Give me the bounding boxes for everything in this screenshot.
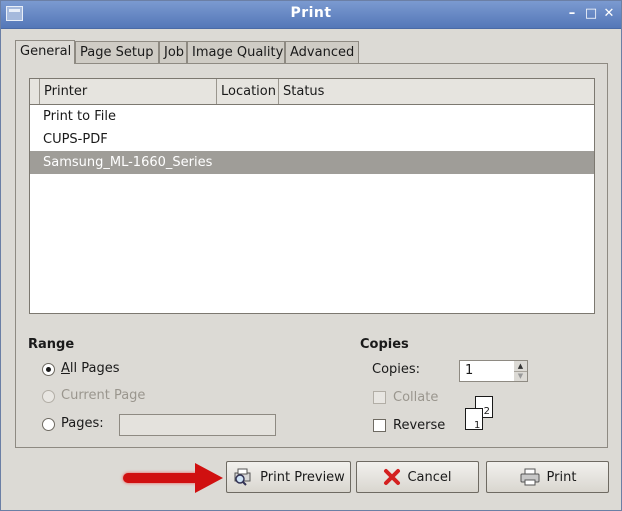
range-heading: Range bbox=[28, 337, 75, 352]
print-dialog: Print – □ ✕ General Page Setup Job Image… bbox=[0, 0, 622, 511]
pages-input[interactable] bbox=[119, 414, 276, 436]
current-page-label: Current Page bbox=[61, 388, 146, 403]
collate-preview-icon: 2 1 bbox=[463, 396, 495, 432]
tab-advanced[interactable]: Advanced bbox=[285, 41, 359, 63]
column-location[interactable]: Location bbox=[217, 79, 279, 104]
collate-checkbox bbox=[373, 391, 386, 404]
reverse-label[interactable]: Reverse bbox=[393, 418, 445, 434]
printer-list[interactable]: Printer Location Status Print to File CU… bbox=[29, 78, 595, 314]
printer-row[interactable]: Print to File bbox=[30, 105, 594, 128]
print-button[interactable]: Print bbox=[486, 461, 609, 493]
title-bar: Print – □ ✕ bbox=[1, 1, 621, 29]
printer-row[interactable]: CUPS-PDF bbox=[30, 128, 594, 151]
annotation-arrow-shaft bbox=[123, 473, 201, 483]
copies-heading: Copies bbox=[360, 337, 409, 352]
current-page-radio bbox=[42, 390, 55, 403]
window-title: Print bbox=[290, 5, 332, 21]
printer-list-header: Printer Location Status bbox=[30, 79, 594, 105]
tab-image-quality[interactable]: Image Quality bbox=[187, 41, 285, 63]
close-icon[interactable]: ✕ bbox=[601, 6, 617, 22]
tab-job[interactable]: Job bbox=[159, 41, 187, 63]
annotation-arrow-icon bbox=[195, 463, 223, 493]
copies-spinner[interactable]: ▲ ▼ bbox=[514, 360, 528, 382]
pages-radio[interactable] bbox=[42, 418, 55, 431]
print-preview-icon bbox=[234, 468, 251, 486]
maximize-icon[interactable]: □ bbox=[583, 6, 599, 22]
collate-label: Collate bbox=[393, 390, 439, 405]
all-pages-radio[interactable] bbox=[42, 363, 55, 376]
printer-icon bbox=[520, 468, 540, 486]
printer-name: Samsung_ML-1660_Series bbox=[43, 155, 213, 170]
cancel-label: Cancel bbox=[407, 469, 452, 485]
tab-page-setup[interactable]: Page Setup bbox=[75, 41, 159, 63]
tab-general[interactable]: General bbox=[15, 40, 75, 64]
minimize-icon[interactable]: – bbox=[564, 6, 580, 22]
all-pages-label[interactable]: All Pages bbox=[61, 361, 120, 377]
printer-name: Print to File bbox=[43, 109, 116, 124]
reverse-checkbox[interactable] bbox=[373, 419, 386, 432]
cancel-icon bbox=[384, 469, 401, 485]
print-preview-label: Print Preview bbox=[260, 469, 345, 485]
pages-label[interactable]: Pages: bbox=[61, 416, 104, 432]
print-preview-button[interactable]: Print Preview bbox=[226, 461, 351, 493]
column-status[interactable]: Status bbox=[279, 79, 594, 104]
copies-spinbox-input[interactable]: 1 bbox=[459, 360, 515, 382]
spin-down-icon[interactable]: ▼ bbox=[514, 371, 527, 381]
copies-label: Copies: bbox=[372, 362, 421, 377]
column-printer[interactable]: Printer bbox=[40, 79, 217, 104]
printer-row-selected[interactable]: Samsung_ML-1660_Series bbox=[30, 151, 594, 174]
cancel-button[interactable]: Cancel bbox=[356, 461, 479, 493]
print-label: Print bbox=[546, 469, 577, 485]
printer-name: CUPS-PDF bbox=[43, 132, 108, 147]
preview-sheet-1: 1 bbox=[465, 408, 483, 431]
column-spacer bbox=[30, 79, 40, 104]
